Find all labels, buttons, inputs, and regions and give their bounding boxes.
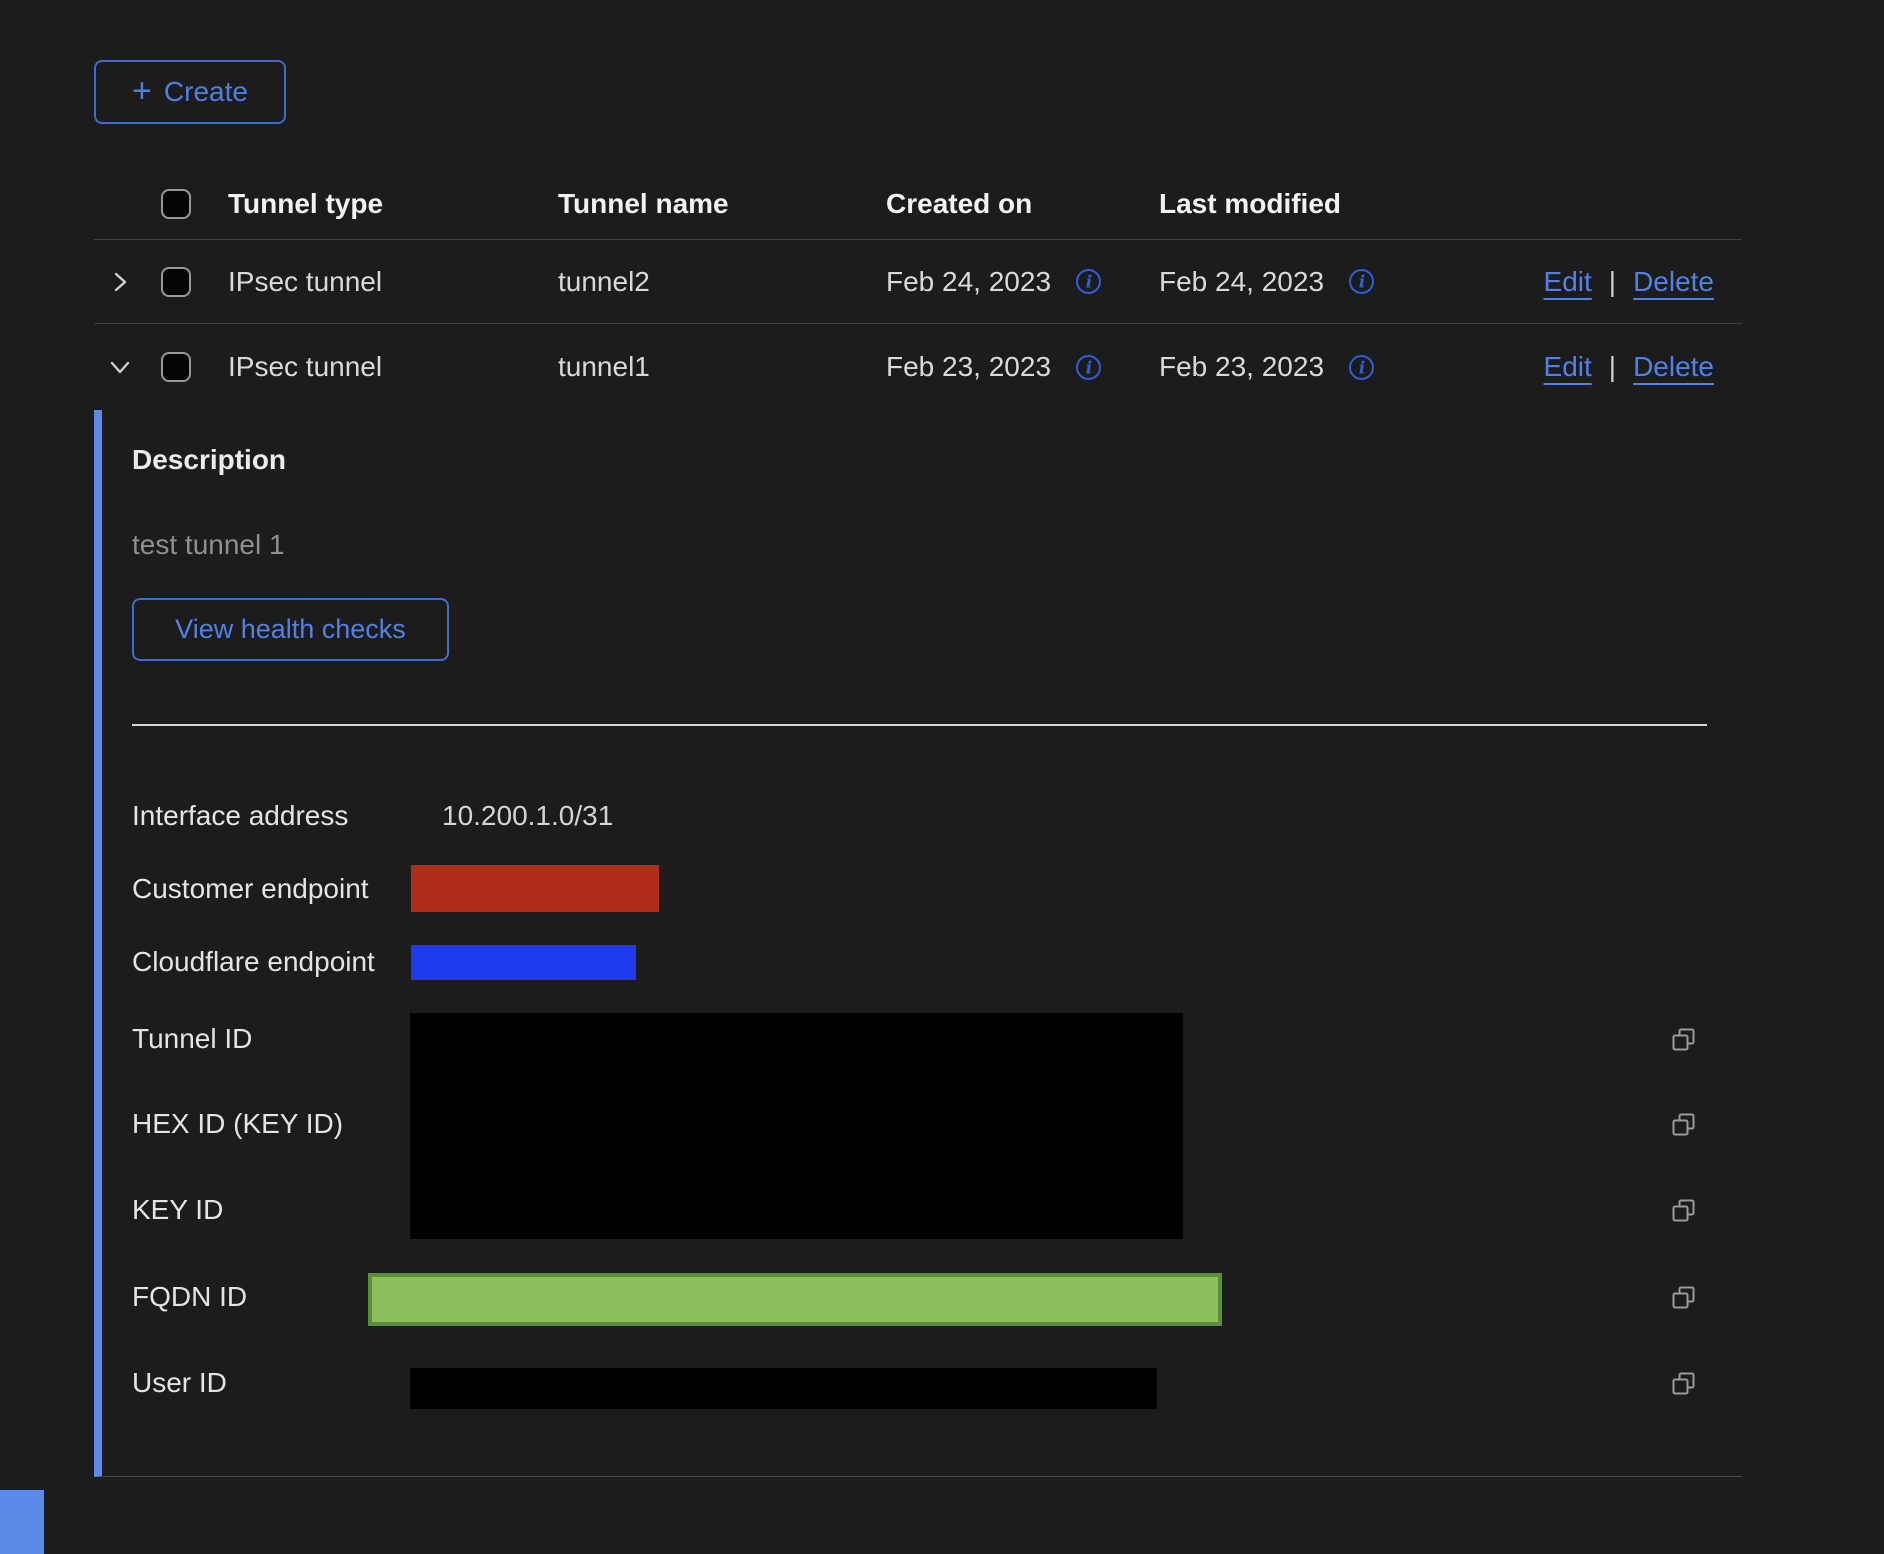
last-modified-cell: Feb 23, 2023 (1159, 351, 1324, 383)
hex-id-label: HEX ID (KEY ID) (132, 1108, 343, 1140)
user-id-label: User ID (132, 1367, 227, 1399)
panel-divider (132, 724, 1707, 726)
actions-separator: | (1609, 351, 1616, 383)
table-row: IPsec tunnel tunnel2 Feb 24, 2023 i Feb … (94, 240, 1742, 324)
edit-link[interactable]: Edit (1544, 266, 1592, 298)
tunnels-page: + Create Tunnel type Tunnel name Created… (0, 0, 1884, 1554)
info-circle-icon[interactable]: i (1075, 354, 1102, 381)
view-health-checks-button[interactable]: View health checks (132, 598, 449, 661)
user-id-redacted-value (410, 1368, 1157, 1409)
ids-redacted-value-block (410, 1013, 1183, 1239)
fqdn-id-label: FQDN ID (132, 1281, 247, 1313)
tunnel-id-label: Tunnel ID (132, 1023, 252, 1055)
row-checkbox[interactable] (161, 352, 191, 382)
svg-text:i: i (1359, 358, 1365, 378)
info-circle-icon[interactable]: i (1075, 268, 1102, 295)
copy-icon[interactable] (1668, 1368, 1700, 1400)
column-header-last-modified: Last modified (1159, 188, 1460, 220)
created-on-cell: Feb 23, 2023 (886, 351, 1051, 383)
chevron-down-icon[interactable] (106, 353, 134, 381)
info-circle-icon[interactable]: i (1348, 268, 1375, 295)
delete-link[interactable]: Delete (1633, 266, 1714, 298)
tunnel-name-cell: tunnel2 (558, 266, 886, 298)
create-button[interactable]: + Create (94, 60, 286, 124)
expanded-tunnel-panel: Description test tunnel 1 View health ch… (94, 410, 1742, 1477)
chevron-right-icon[interactable] (106, 268, 134, 296)
table-header: Tunnel type Tunnel name Created on Last … (94, 168, 1742, 240)
description-label: Description (132, 444, 286, 476)
column-header-tunnel-type: Tunnel type (228, 188, 558, 220)
svg-text:i: i (1086, 358, 1092, 378)
info-circle-icon[interactable]: i (1348, 354, 1375, 381)
select-all-checkbox[interactable] (161, 189, 191, 219)
delete-link[interactable]: Delete (1633, 351, 1714, 383)
plus-icon: + (132, 74, 152, 108)
copy-icon[interactable] (1668, 1109, 1700, 1141)
svg-text:i: i (1359, 273, 1365, 293)
interface-address-value: 10.200.1.0/31 (442, 800, 613, 832)
column-header-created-on: Created on (886, 188, 1159, 220)
key-id-label: KEY ID (132, 1194, 223, 1226)
customer-endpoint-label: Customer endpoint (132, 873, 369, 905)
table-row: IPsec tunnel tunnel1 Feb 23, 2023 i Feb … (94, 324, 1742, 410)
created-on-cell: Feb 24, 2023 (886, 266, 1051, 298)
interface-address-label: Interface address (132, 800, 348, 832)
column-header-tunnel-name: Tunnel name (558, 188, 886, 220)
edit-link[interactable]: Edit (1544, 351, 1592, 383)
fqdn-id-redacted-value (368, 1273, 1222, 1326)
cloudflare-endpoint-redacted-value (411, 945, 636, 980)
tunnel-type-cell: IPsec tunnel (228, 266, 558, 298)
copy-icon[interactable] (1668, 1195, 1700, 1227)
actions-separator: | (1609, 266, 1616, 298)
row-checkbox[interactable] (161, 267, 191, 297)
cloudflare-endpoint-label: Cloudflare endpoint (132, 946, 375, 978)
last-modified-cell: Feb 24, 2023 (1159, 266, 1324, 298)
tunnel-type-cell: IPsec tunnel (228, 351, 558, 383)
create-button-label: Create (164, 76, 248, 108)
customer-endpoint-redacted-value (411, 865, 659, 912)
copy-icon[interactable] (1668, 1282, 1700, 1314)
description-value: test tunnel 1 (132, 529, 285, 561)
tunnel-name-cell: tunnel1 (558, 351, 886, 383)
svg-text:i: i (1086, 273, 1092, 293)
expanded-row-indicator-partial (0, 1490, 44, 1554)
copy-icon[interactable] (1668, 1024, 1700, 1056)
